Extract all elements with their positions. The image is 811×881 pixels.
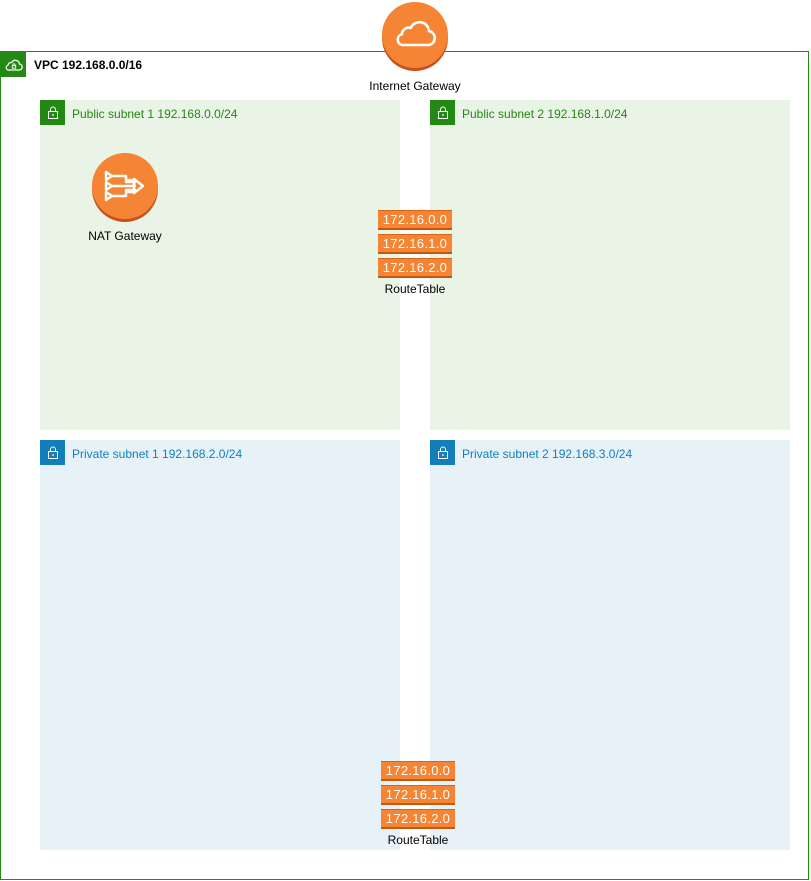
private-subnet-1-label: Private subnet 1 192.168.2.0/24 [72, 447, 243, 461]
public-subnet-1-label: Public subnet 1 192.168.0.0/24 [72, 107, 238, 121]
lock-icon [40, 440, 65, 465]
lock-icon [40, 100, 65, 125]
route-table-private: 172.16.0.0 172.16.1.0 172.16.2.0 RouteTa… [381, 761, 455, 847]
internet-gateway-icon [380, 1, 450, 71]
public-subnet-2: Public subnet 2 192.168.1.0/24 [430, 100, 790, 430]
vpc-label: VPC 192.168.0.0/16 [34, 58, 143, 72]
public-subnet-1: Public subnet 1 192.168.0.0/24 [40, 100, 400, 430]
lock-icon [430, 100, 455, 125]
route-entry: 172.16.0.0 [378, 210, 452, 230]
route-table-label: RouteTable [384, 282, 446, 296]
route-entry: 172.16.1.0 [381, 785, 455, 805]
vpc-cloud-icon [1, 52, 26, 77]
lock-icon [430, 440, 455, 465]
route-entry: 172.16.1.0 [378, 234, 452, 254]
route-table-public: 172.16.0.0 172.16.1.0 172.16.2.0 RouteTa… [378, 210, 452, 296]
route-entry: 172.16.2.0 [378, 258, 452, 278]
private-subnet-2: Private subnet 2 192.168.3.0/24 [430, 440, 790, 850]
internet-gateway-label: Internet Gateway [369, 79, 461, 93]
private-subnet-1: Private subnet 1 192.168.2.0/24 [40, 440, 400, 850]
nat-gateway-icon [90, 152, 160, 222]
public-subnet-2-label: Public subnet 2 192.168.1.0/24 [462, 107, 628, 121]
private-subnet-2-label: Private subnet 2 192.168.3.0/24 [462, 447, 633, 461]
route-entry: 172.16.2.0 [381, 809, 455, 829]
route-table-label: RouteTable [387, 833, 449, 847]
nat-gateway-label: NAT Gateway [88, 229, 162, 243]
route-entry: 172.16.0.0 [381, 761, 455, 781]
